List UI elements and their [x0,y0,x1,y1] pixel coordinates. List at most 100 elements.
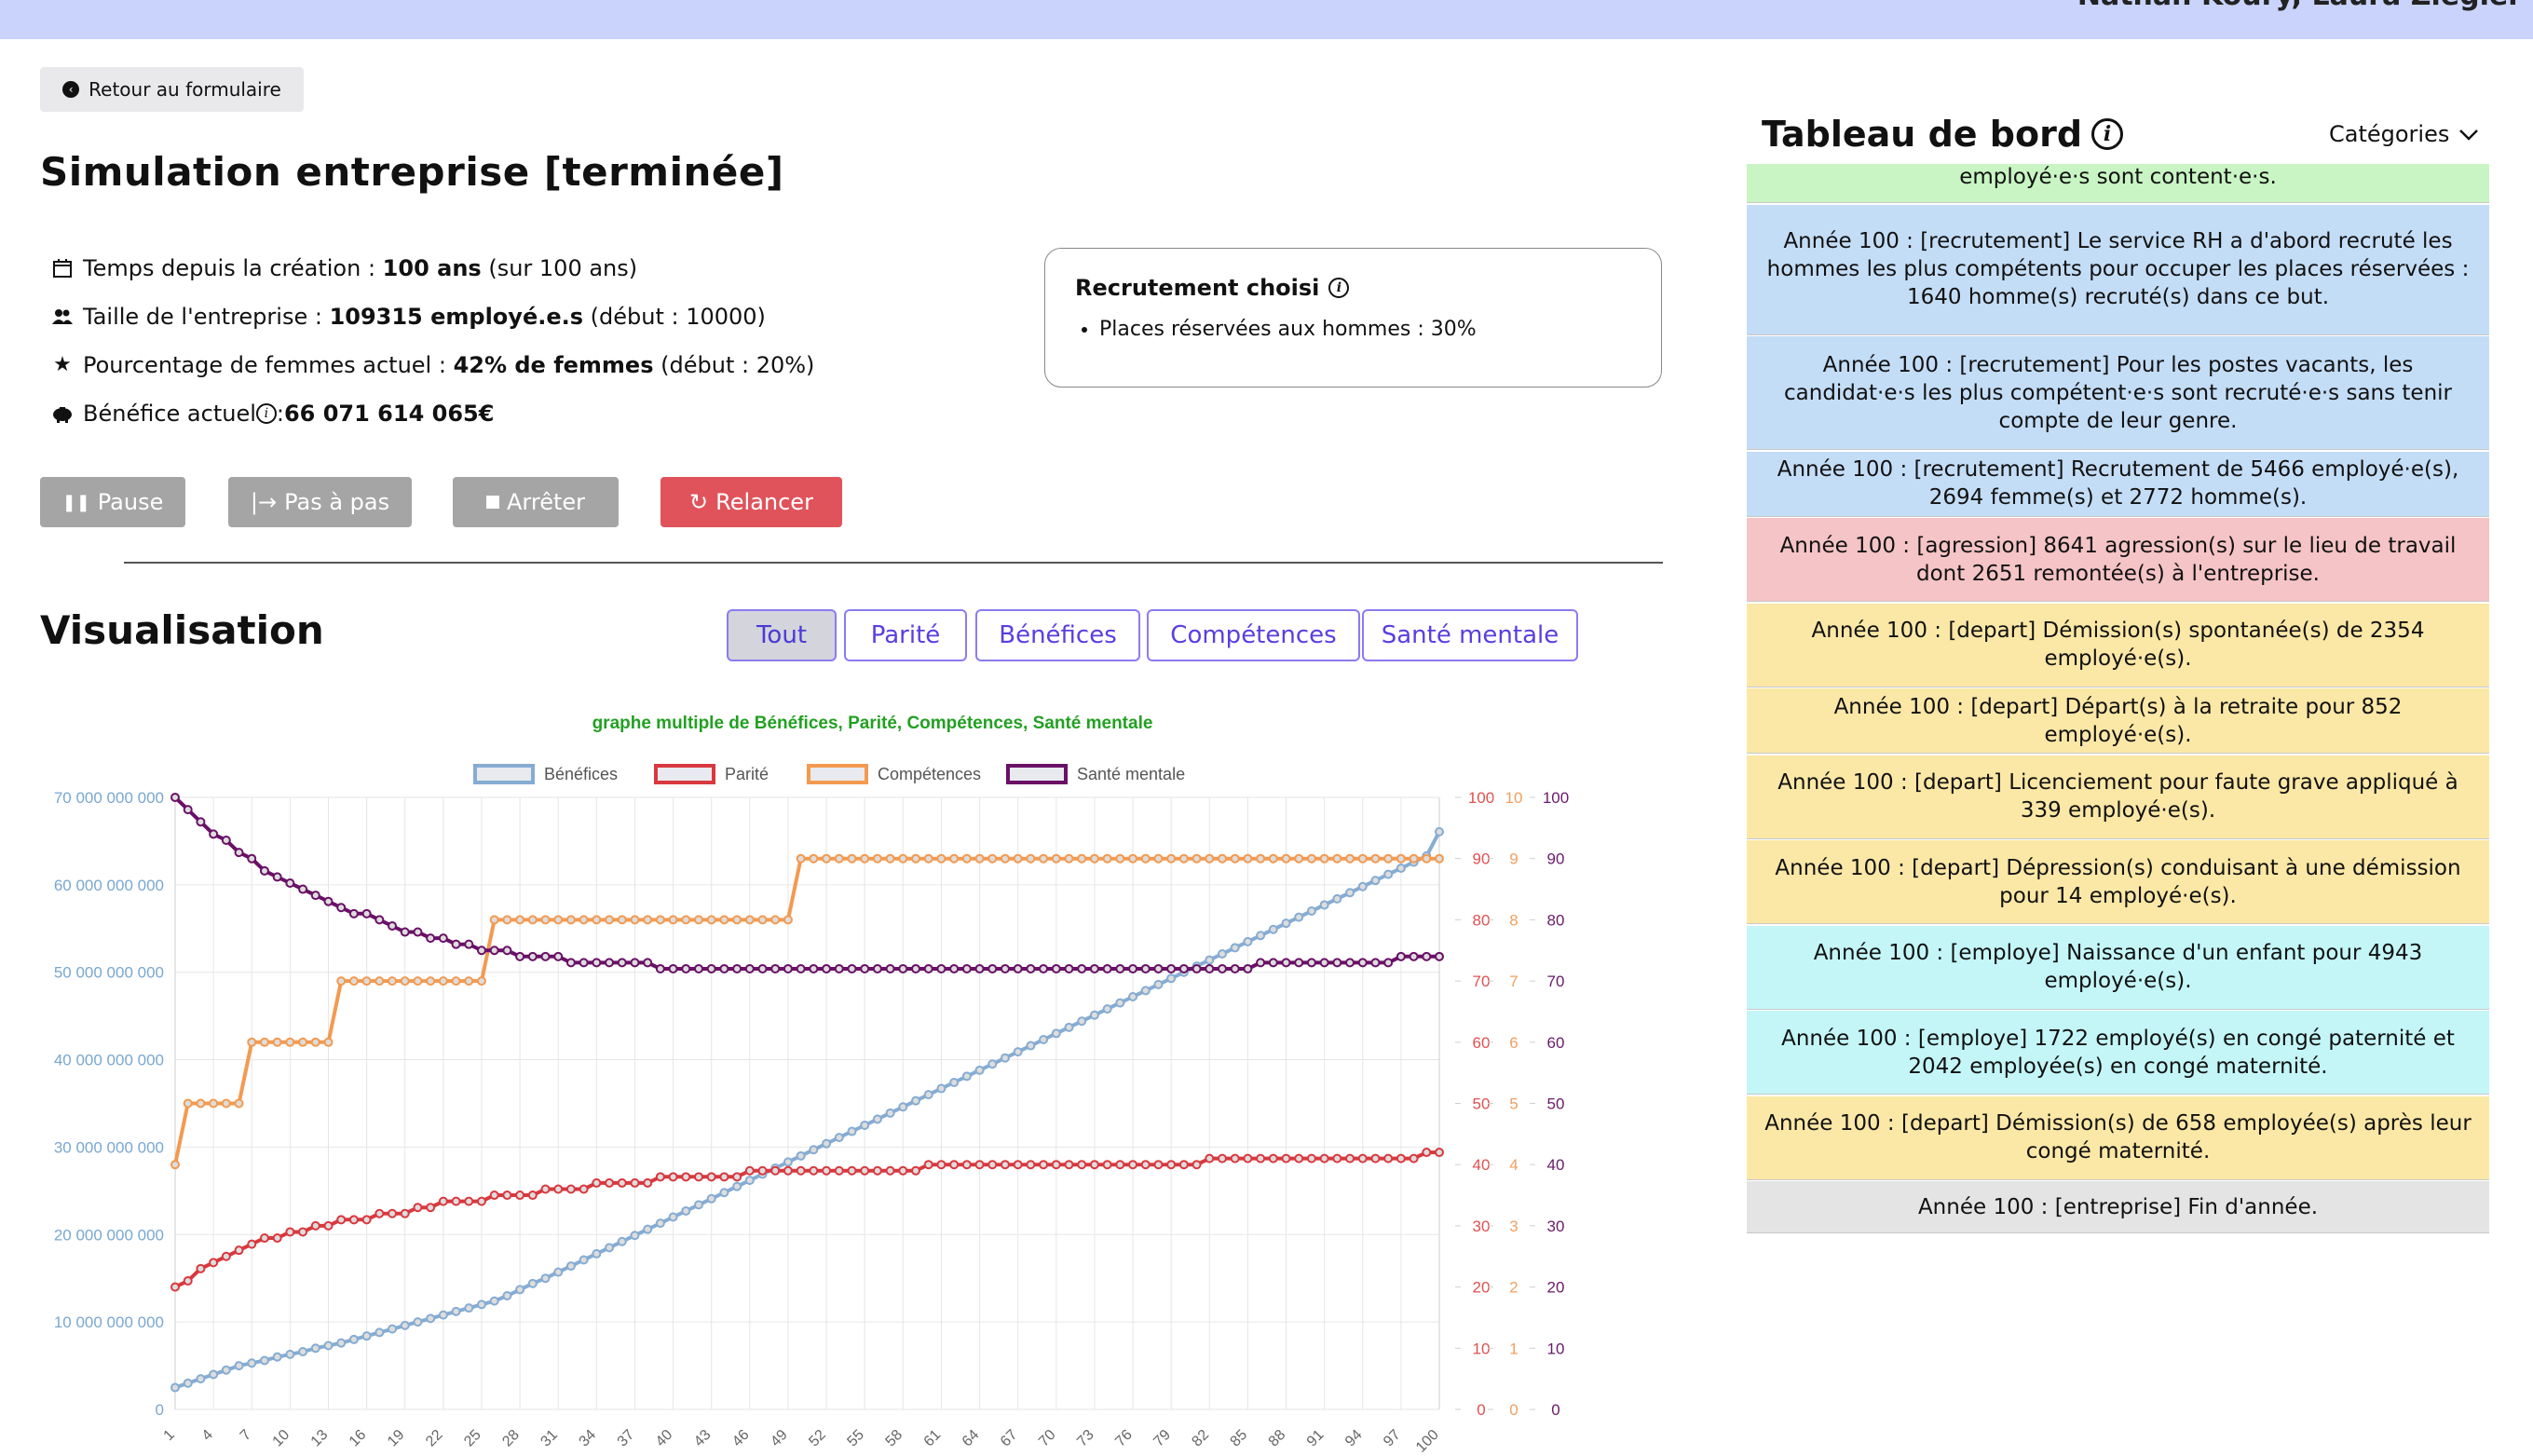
tab-benefices[interactable]: Bénéfices [975,609,1140,661]
data-point [464,1303,474,1313]
data-point [1064,1160,1074,1170]
event-text: Année 100 : [depart] Licenciement pour f… [1777,770,2458,823]
data-point [1140,963,1151,973]
data-point [1026,1041,1036,1051]
data-point [451,939,461,949]
data-point [259,1233,269,1244]
y_sante-tick-label: 80 [1547,911,1565,929]
data-point [579,1255,589,1265]
restart-button[interactable]: ↻ Relancer [660,477,842,527]
data-point [209,1258,219,1268]
stat-time: Temps depuis la création : 100 ans (sur … [51,244,814,293]
data-point [489,1296,499,1306]
data-point [732,1181,742,1191]
data-point [310,1343,320,1354]
data-point [1128,991,1138,1001]
data-point [170,1282,180,1292]
info-icon[interactable]: i [1328,278,1350,298]
data-point [336,1215,347,1225]
tab-tout[interactable]: Tout [727,609,837,661]
y_competences-tick-label: 3 [1509,1218,1518,1235]
data-point [426,976,436,987]
data-point [247,1358,257,1368]
data-point [860,1165,870,1176]
data-point [388,920,398,931]
recruitment-card: Recrutement choisi i Places réservées aux… [1044,248,1662,388]
info-icon[interactable]: i [2091,118,2124,150]
event-log[interactable]: employé·e·s sont content·e·s. Année 100 :… [1747,164,2489,1254]
x-tick-label: 55 [844,1427,867,1450]
data-point [259,865,269,876]
data-point [1153,979,1164,989]
data-point [809,1145,819,1155]
x-tick-label: 58 [883,1427,906,1450]
data-point [336,1338,347,1348]
data-point [1230,963,1240,973]
data-point [961,1160,972,1170]
data-point [617,958,627,968]
visualisation-title: Visualisation [40,607,324,653]
data-point [515,1191,525,1201]
data-point [310,891,320,901]
data-point [655,1218,665,1229]
data-point [643,1177,653,1188]
data-point [285,1037,295,1047]
stat-time-value: 100 ans [382,255,482,281]
data-point [438,976,448,987]
data-point [527,915,538,925]
data-point [1268,853,1278,864]
x-tick-label: 52 [806,1427,829,1450]
x-tick-label: 85 [1228,1427,1251,1450]
y_parite-tick-label: 0 [1477,1401,1485,1419]
data-point [1026,1160,1036,1170]
data-point [809,1165,819,1176]
stop-button[interactable]: Arrêter [453,477,619,527]
back-button-label: Retour au formulaire [89,78,281,101]
data-point [489,946,499,956]
data-point [706,915,716,925]
y-left-tick-label: 60 000 000 000 [54,877,164,894]
data-point [221,835,231,845]
data-point [1205,853,1215,864]
data-point [1140,853,1151,864]
data-point [1013,1047,1023,1057]
tab-sante-mentale[interactable]: Santé mentale [1362,609,1578,661]
data-point [247,1239,257,1249]
data-point [783,1165,793,1176]
back-to-form-button[interactable]: ‹ Retour au formulaire [40,67,304,112]
tab-competences[interactable]: Compétences [1147,609,1360,661]
data-point [1013,1160,1023,1170]
data-point [885,1108,895,1118]
data-point [885,963,895,973]
data-point [681,963,691,973]
data-point [923,1090,933,1100]
top-header-bar: Nathan Koury, Laura Ziegler [0,0,2533,39]
data-point [630,915,640,925]
data-point [323,1220,334,1231]
stat-women-suffix: (début : 20%) [653,352,815,378]
data-point [1013,963,1023,973]
data-point [1089,1010,1099,1020]
data-point [847,853,857,864]
step-button[interactable]: |→ Pas à pas [228,477,412,527]
y_competences-tick-label: 8 [1509,911,1518,929]
data-point [413,976,423,987]
data-point [1192,963,1202,973]
stat-time-label: Temps depuis la création : [83,255,383,281]
y-left-tick-label: 50 000 000 000 [54,964,164,982]
info-icon[interactable]: i [255,403,277,424]
pause-button[interactable]: ❚❚ Pause [40,477,185,527]
data-point [1128,1160,1138,1170]
data-point [489,915,499,925]
data-point [336,903,347,913]
category-select[interactable]: Catégories [2329,121,2479,147]
tab-parite[interactable]: Parité [844,609,967,661]
data-point [1102,853,1112,864]
data-point [234,1098,244,1109]
data-point [285,1349,295,1359]
data-point [961,963,972,973]
y_sante-tick-label: 10 [1547,1340,1565,1357]
data-point [1306,906,1316,917]
data-point [1140,1160,1151,1170]
data-point [1345,1153,1355,1163]
